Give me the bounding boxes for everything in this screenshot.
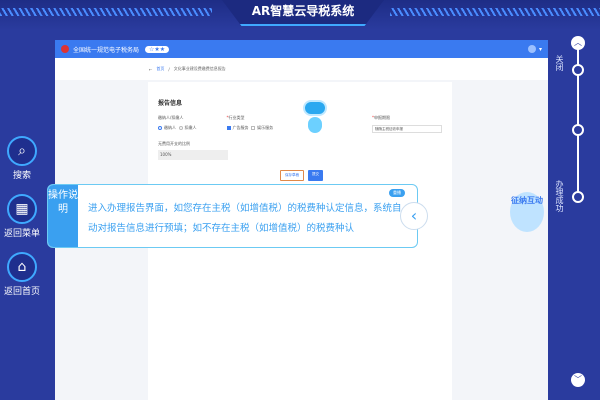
emblem-icon (61, 45, 69, 53)
site-title: 全国统一规范电子税务局 (73, 46, 140, 54)
left-nav: ⌕ 搜索 ▦ 返回菜单 ⌂ 返回首页 (0, 136, 44, 310)
back-to-menu-button[interactable]: ▦ 返回菜单 (0, 194, 44, 239)
radio-label: 扣缴人 (184, 125, 197, 130)
step-label-close: 关闭 (555, 55, 564, 71)
save-draft-button[interactable]: 保存草稿 (280, 170, 304, 181)
instruction-panel: 操作说明 重播 进入办理报告界面，如您存在主税（如增值税）的税费种认定信息，系统… (47, 184, 418, 248)
app-title: AR智慧云导税系统 (222, 0, 384, 26)
chevron-down-icon: ▾ (538, 45, 542, 53)
radio-payer[interactable] (158, 126, 162, 130)
radio-withholder[interactable] (178, 126, 183, 130)
submit-button[interactable]: 提交 (308, 170, 323, 181)
breadcrumb: ← 首页 / 文化事业建设费缴费信息报告 (55, 58, 548, 80)
step-label-success: 办理成功 (555, 180, 564, 212)
instruction-text: 进入办理报告界面，如您存在主税（如增值税）的税费种认定信息，系统自动对报告信息进… (88, 203, 402, 234)
step-success[interactable] (572, 191, 584, 203)
collapse-panel-button[interactable]: ‹ (400, 202, 428, 230)
period-select[interactable]: 随随主税征收申报 (372, 125, 442, 133)
checkbox-entertainment[interactable] (251, 126, 256, 130)
form-heading: 报告信息 (158, 100, 183, 107)
industry-label: 行业类型 (228, 115, 245, 120)
robot-guide-icon (303, 100, 327, 134)
search-icon: ⌕ (7, 136, 37, 166)
breadcrumb-home[interactable]: 首页 (156, 66, 164, 72)
scroll-up-button[interactable]: ︿ (571, 36, 585, 50)
checkbox-label: 娱乐服务 (257, 125, 274, 130)
decor-stripes (0, 8, 212, 16)
user-menu[interactable]: ▾ (527, 45, 542, 53)
rating-badge: ☆★★ (145, 45, 170, 53)
menu-grid-icon: ▦ (7, 194, 37, 224)
ratio-label: 无费用开支的比例 (158, 141, 190, 146)
payer-label: 缴纳人/扣缴人 (158, 115, 184, 120)
search-button[interactable]: ⌕ 搜索 (0, 136, 44, 181)
nav-label: 返回首页 (3, 287, 40, 297)
radio-label: 缴纳人 (164, 125, 176, 130)
step-close[interactable] (572, 64, 584, 76)
step-middle[interactable] (572, 124, 584, 136)
back-to-home-button[interactable]: ⌂ 返回首页 (0, 252, 44, 297)
instruction-tab: 操作说明 (48, 185, 78, 247)
checkbox-advertising[interactable] (226, 126, 231, 130)
ratio-field: 100% (158, 150, 228, 160)
interaction-avatar[interactable]: 征纳互动 (510, 192, 544, 232)
site-header: 全国统一规范电子税务局 ☆★★ ▾ (55, 40, 548, 58)
nav-label: 搜索 (12, 171, 31, 181)
top-bar: AR智慧云导税系统 (0, 0, 600, 30)
replay-button[interactable]: 重播 (389, 189, 405, 197)
user-avatar-icon (527, 45, 536, 53)
period-label: 申报期限 (374, 115, 390, 120)
breadcrumb-current: 文化事业建设费缴费信息报告 (173, 66, 226, 71)
decor-stripes (390, 8, 600, 16)
breadcrumb-separator: / (168, 66, 170, 72)
scroll-down-button[interactable]: ﹀ (571, 373, 585, 387)
nav-label: 返回菜单 (3, 229, 40, 239)
home-icon: ⌂ (7, 252, 37, 282)
checkbox-label: 广告服务 (232, 125, 249, 130)
back-button[interactable]: ← (149, 67, 152, 72)
